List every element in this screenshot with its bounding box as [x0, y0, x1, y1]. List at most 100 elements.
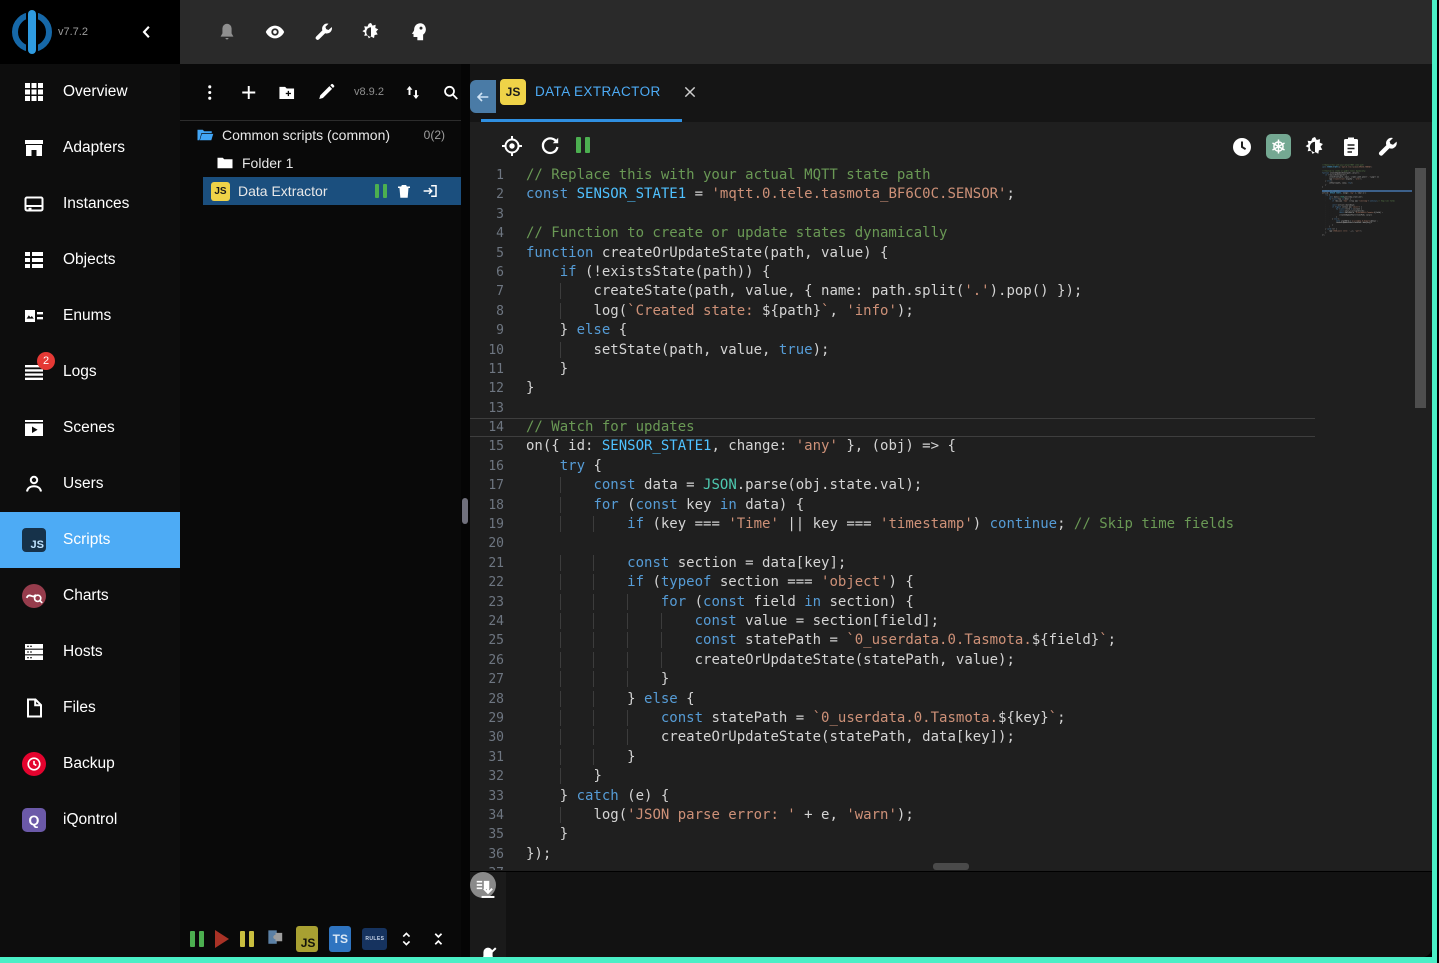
gpt-assistant-icon[interactable]: [1266, 134, 1291, 159]
panel-resize-divider[interactable]: [461, 64, 470, 957]
clock-icon[interactable]: [1230, 135, 1254, 159]
brightness-icon[interactable]: [1303, 135, 1327, 159]
code-line-7[interactable]: 7 createState(path, value, { name: path.…: [470, 282, 1315, 301]
running-scripts-icon[interactable]: [190, 931, 204, 947]
code-line-28[interactable]: 28 } else {: [470, 690, 1315, 709]
code-line-24[interactable]: 24 const value = section[field];: [470, 612, 1315, 631]
line-number: 12: [470, 379, 504, 398]
locate-icon[interactable]: [500, 134, 524, 158]
code-line-22[interactable]: 22 if (typeof section === 'object') {: [470, 573, 1315, 592]
code-line-34[interactable]: 34 log('JSON parse error: ' + e, 'warn')…: [470, 806, 1315, 825]
visibility-icon[interactable]: [264, 21, 286, 43]
sidebar-item-logs[interactable]: 2Logs: [0, 344, 180, 400]
code-line-23[interactable]: 23 for (const field in section) {: [470, 593, 1315, 612]
notifications-icon[interactable]: [216, 21, 238, 43]
sidebar-item-scripts[interactable]: JSScripts: [0, 512, 180, 568]
code-line-2[interactable]: 2const SENSOR_STATE1 = 'mqtt.0.tele.tasm…: [470, 185, 1315, 204]
code-line-26[interactable]: 26 createOrUpdateState(statePath, value)…: [470, 651, 1315, 670]
code-line-8[interactable]: 8 log(`Created state: ${path}`, 'info');: [470, 302, 1315, 321]
expand-all-icon[interactable]: [398, 929, 415, 949]
line-number: 29: [470, 709, 504, 728]
tree-item-folder-1[interactable]: Folder 1: [180, 149, 461, 177]
code-line-12[interactable]: 12}: [470, 379, 1315, 398]
typescript-badge-icon[interactable]: TS: [329, 926, 351, 952]
refresh-icon[interactable]: [538, 134, 562, 158]
tab-data-extractor[interactable]: JS DATA EXTRACTOR: [500, 64, 698, 119]
javascript-badge-icon[interactable]: JS: [296, 926, 318, 952]
collapse-all-icon[interactable]: [430, 929, 447, 949]
code-line-14[interactable]: 14// Watch for updates: [470, 418, 1315, 437]
code-line-35[interactable]: 35 }: [470, 825, 1315, 844]
code-line-18[interactable]: 18 for (const key in data) {: [470, 496, 1315, 515]
code-editor[interactable]: 1// Replace this with your actual MQTT s…: [470, 166, 1315, 870]
play-icon[interactable]: [215, 930, 229, 948]
pause-script-icon[interactable]: [576, 137, 590, 158]
code-line-30[interactable]: 30 createOrUpdateState(statePath, data[k…: [470, 728, 1315, 747]
sidebar-item-overview[interactable]: Overview: [0, 64, 180, 120]
code-line-29[interactable]: 29 const statePath = `0_userdata.0.Tasmo…: [470, 709, 1315, 728]
sidebar-item-enums[interactable]: Enums: [0, 288, 180, 344]
pause-script-icon[interactable]: [375, 184, 387, 198]
sidebar-item-adapters[interactable]: Adapters: [0, 120, 180, 176]
blockly-icon[interactable]: [265, 927, 285, 951]
code-line-32[interactable]: 32 }: [470, 767, 1315, 786]
edit-pencil-icon[interactable]: [316, 82, 336, 103]
code-line-13[interactable]: 13: [470, 399, 1315, 418]
resize-handle[interactable]: [462, 498, 468, 524]
code-line-19[interactable]: 19 if (key === 'Time' || key === 'timest…: [470, 515, 1315, 534]
code-line-25[interactable]: 25 const statePath = `0_userdata.0.Tasmo…: [470, 631, 1315, 650]
code-line-36[interactable]: 36});: [470, 845, 1315, 864]
build-icon[interactable]: [312, 21, 334, 43]
code-line-15[interactable]: 15on({ id: SENSOR_STATE1, change: 'any' …: [470, 437, 1315, 456]
search-icon[interactable]: [441, 82, 461, 103]
line-number: 18: [470, 496, 504, 515]
collapse-sidebar-icon[interactable]: [138, 23, 156, 41]
code-line-31[interactable]: 31 }: [470, 748, 1315, 767]
sidebar-item-instances[interactable]: Instances: [0, 176, 180, 232]
code-line-33[interactable]: 33 } catch (e) {: [470, 787, 1315, 806]
code-line-1[interactable]: 1// Replace this with your actual MQTT s…: [470, 166, 1315, 185]
hide-icon[interactable]: [477, 944, 499, 957]
tree-item-common-scripts[interactable]: Common scripts (common) 0(2): [180, 121, 461, 149]
sidebar-item-charts[interactable]: Charts: [0, 568, 180, 624]
rules-badge-icon[interactable]: RULES: [362, 928, 387, 950]
code-line-27[interactable]: 27 }: [470, 670, 1315, 689]
code-line-5[interactable]: 5function createOrUpdateState(path, valu…: [470, 244, 1315, 263]
add-script-icon[interactable]: [239, 82, 259, 103]
sidebar-item-hosts[interactable]: Hosts: [0, 624, 180, 680]
minimap[interactable]: // Replace this with your actual MQTT st…: [1322, 164, 1412, 314]
expert-mode-icon[interactable]: [408, 21, 430, 43]
settings-wrench-icon[interactable]: [1375, 135, 1399, 159]
more-menu-icon[interactable]: [200, 82, 220, 103]
sidebar-item-scenes[interactable]: Scenes: [0, 400, 180, 456]
sidebar-item-files[interactable]: Files: [0, 680, 180, 736]
code-line-9[interactable]: 9 } else {: [470, 321, 1315, 340]
code-line-20[interactable]: 20: [470, 534, 1315, 553]
delete-script-icon[interactable]: [395, 182, 413, 200]
code-line-37[interactable]: 37: [470, 864, 1315, 870]
sidebar-item-backup[interactable]: Backup: [0, 736, 180, 792]
tree-item-data-extractor[interactable]: JS Data Extractor: [203, 177, 461, 205]
sidebar-item-objects[interactable]: Objects: [0, 232, 180, 288]
back-button[interactable]: [470, 80, 496, 113]
code-line-10[interactable]: 10 setState(path, value, true);: [470, 341, 1315, 360]
code-line-16[interactable]: 16 try {: [470, 457, 1315, 476]
horizontal-scrollbar[interactable]: [933, 863, 969, 870]
paused-scripts-icon[interactable]: [240, 931, 254, 947]
sidebar-item-users[interactable]: Users: [0, 456, 180, 512]
code-line-17[interactable]: 17 const data = JSON.parse(obj.state.val…: [470, 476, 1315, 495]
clipboard-icon[interactable]: [1339, 135, 1363, 159]
new-folder-icon[interactable]: [277, 82, 297, 103]
theme-toggle-icon[interactable]: [360, 21, 382, 43]
code-line-6[interactable]: 6 if (!existsState(path)) {: [470, 263, 1315, 282]
vertical-scrollbar[interactable]: [1415, 168, 1426, 408]
close-tab-icon[interactable]: [682, 84, 698, 100]
code-line-3[interactable]: 3: [470, 205, 1315, 224]
sort-icon[interactable]: [403, 82, 423, 103]
move-script-icon[interactable]: [421, 182, 439, 200]
code-line-4[interactable]: 4// Function to create or update states …: [470, 224, 1315, 243]
sidebar-item-iqontrol[interactable]: QiQontrol: [0, 792, 180, 848]
download-icon[interactable]: [477, 880, 499, 902]
code-line-11[interactable]: 11 }: [470, 360, 1315, 379]
code-line-21[interactable]: 21 const section = data[key];: [470, 554, 1315, 573]
